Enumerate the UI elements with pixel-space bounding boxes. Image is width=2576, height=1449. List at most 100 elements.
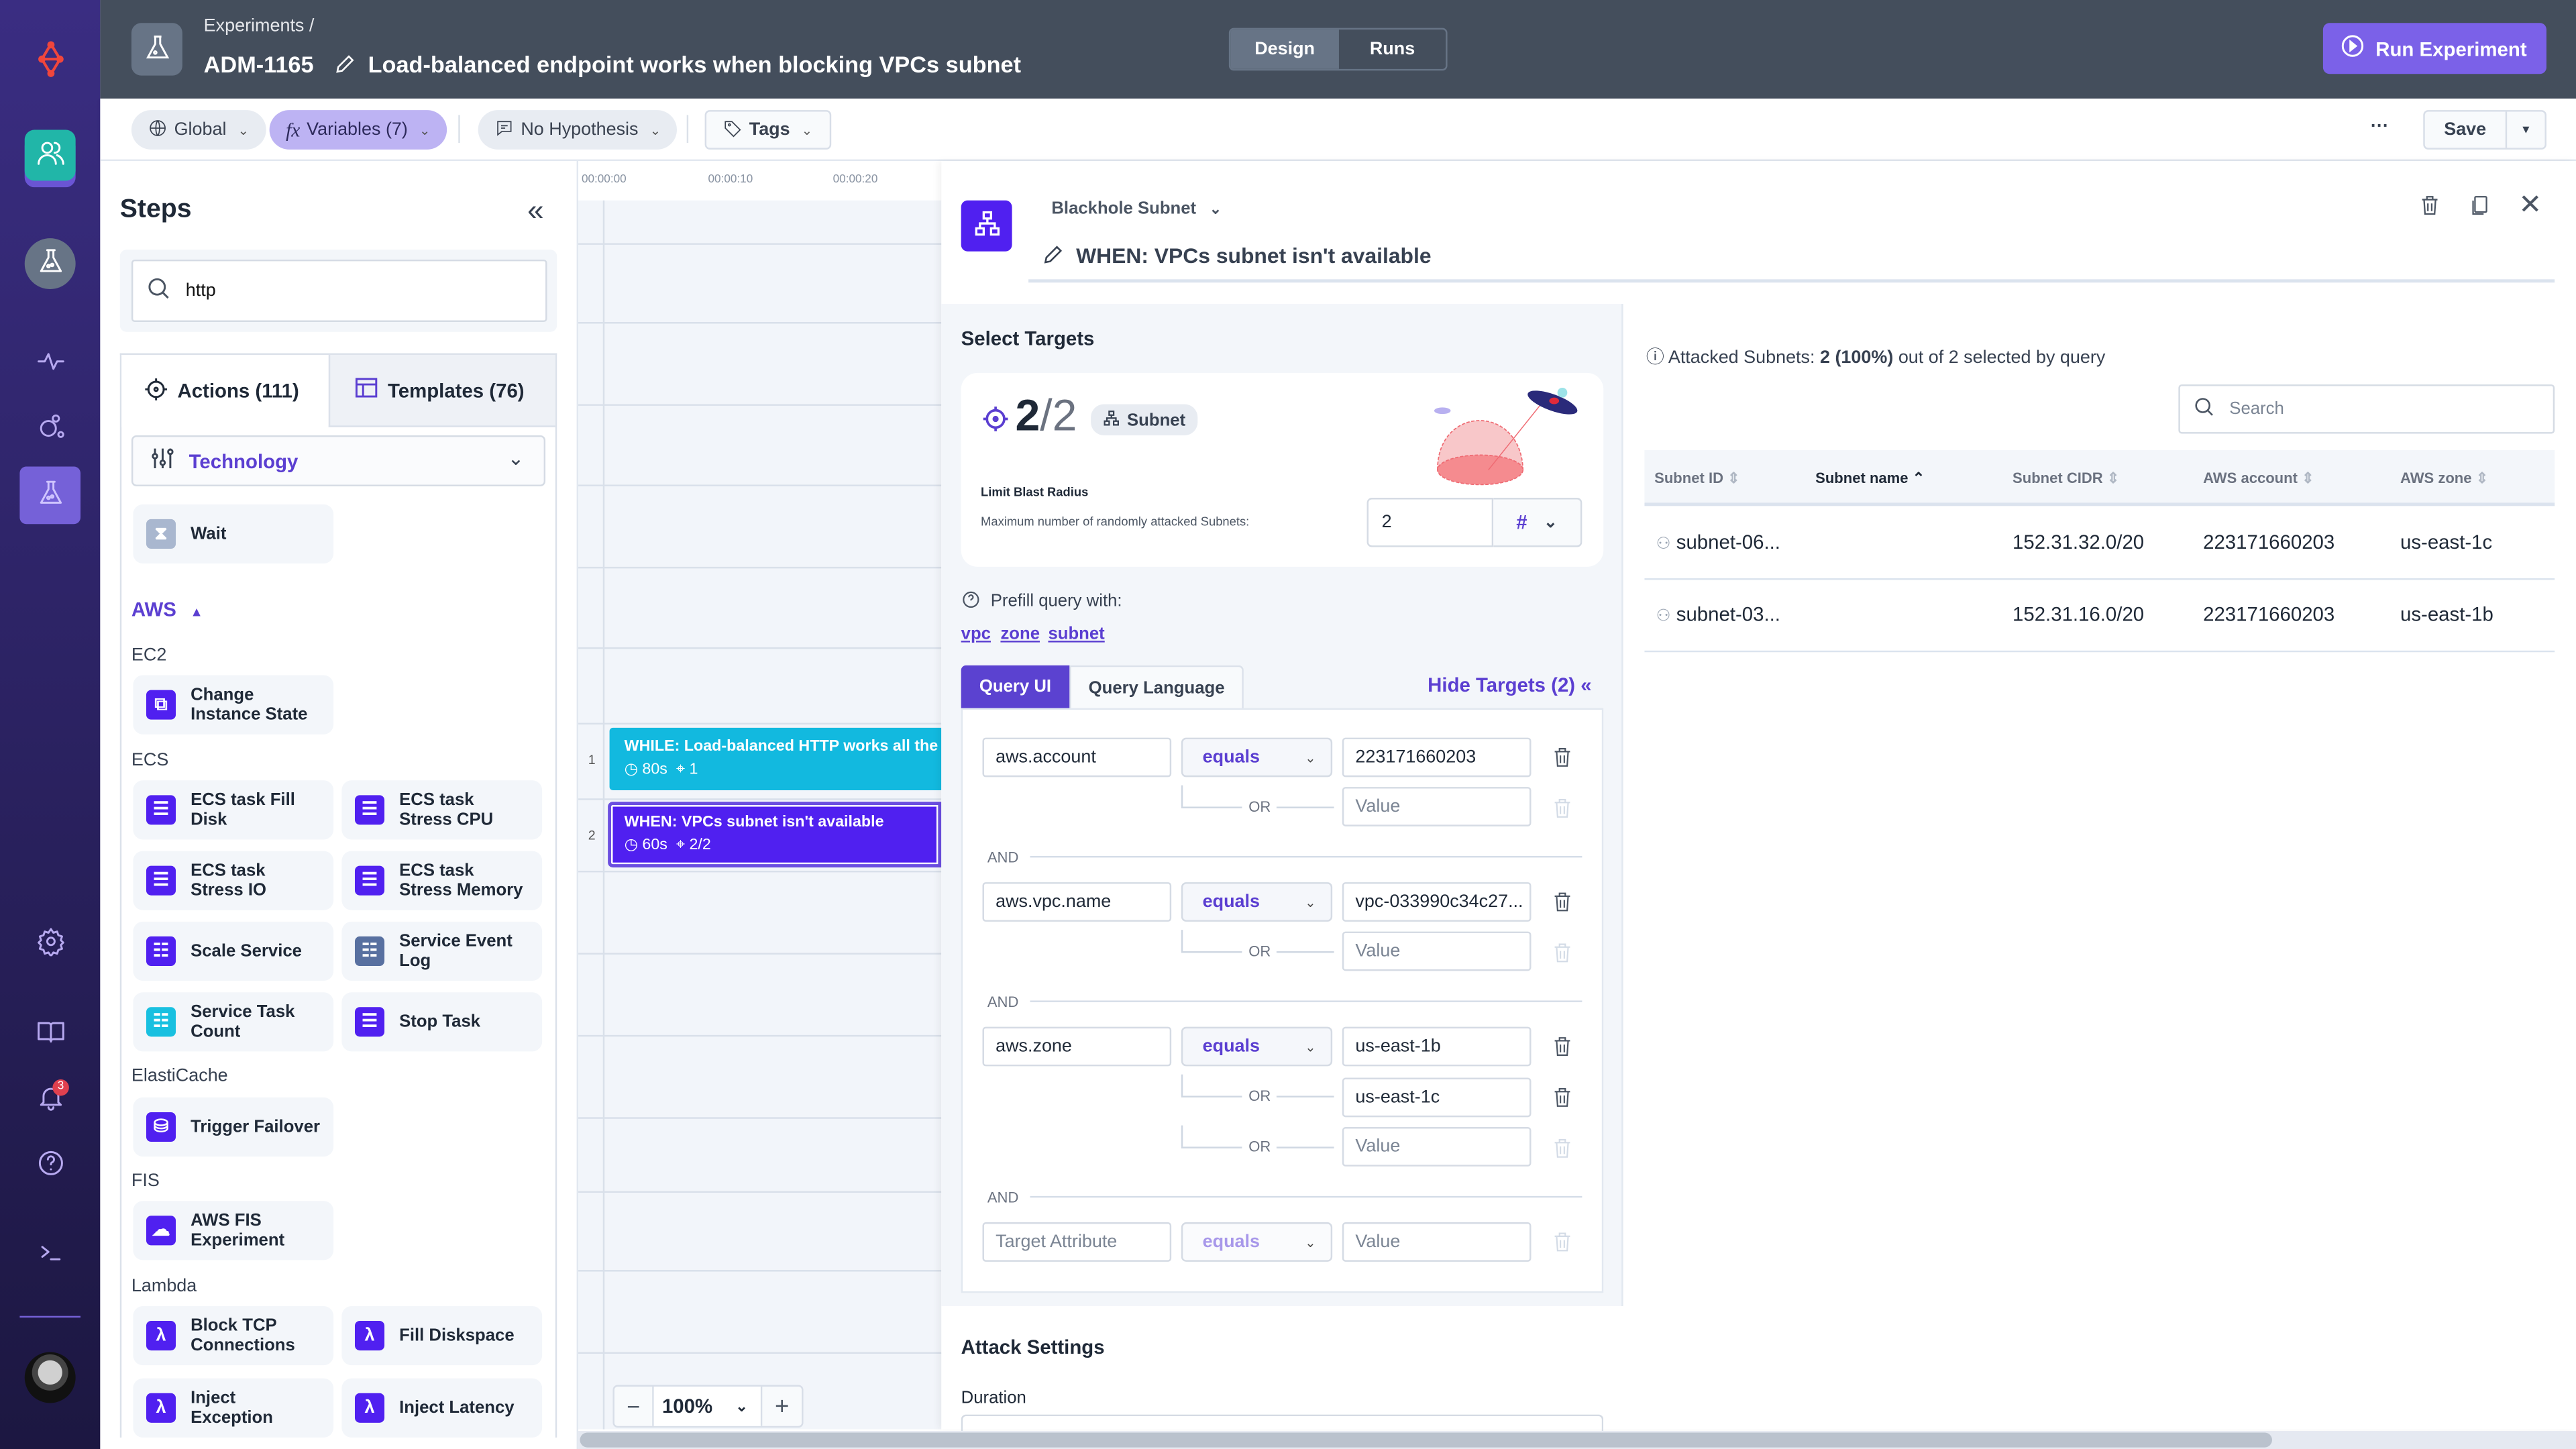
operator-select[interactable]: equals ⌄	[1181, 882, 1333, 922]
sidebar-item-terminal[interactable]	[25, 1229, 76, 1280]
tab-runs[interactable]: Runs	[1339, 30, 1446, 69]
column-header-subnet-id[interactable]: Subnet ID ⇕	[1654, 470, 1740, 488]
step-card[interactable]: ☰ ECS task Stress IO	[133, 851, 334, 910]
save-button[interactable]: Save	[2425, 111, 2508, 148]
title-edit-icon[interactable]	[333, 52, 356, 80]
attribute-input[interactable]: aws.vpc.name	[982, 882, 1172, 922]
value-input[interactable]: Value	[1342, 931, 1532, 971]
attribute-input[interactable]: aws.zone	[982, 1026, 1172, 1067]
attribute-input[interactable]: aws.account	[982, 737, 1172, 777]
collapse-steps-button[interactable]: «	[527, 194, 544, 228]
prefill-link-subnet[interactable]: subnet	[1048, 625, 1104, 644]
value-input[interactable]: vpc-033990c34c27...	[1342, 882, 1532, 922]
delete-step-button[interactable]	[2418, 193, 2441, 224]
delete-value-button[interactable]	[1551, 940, 1574, 966]
value-input[interactable]: Value	[1342, 1222, 1532, 1262]
hypothesis-select[interactable]: No Hypothesis ⌄	[478, 110, 678, 150]
targets-search-input[interactable]: Search	[2178, 384, 2555, 434]
tab-templates[interactable]: Templates (76)	[328, 354, 555, 427]
step-card[interactable]: λ Inject Exception	[133, 1378, 334, 1438]
breadcrumb[interactable]: Experiments /	[204, 16, 315, 36]
blast-radius-unit-select[interactable]: # ⌄	[1493, 498, 1582, 547]
tab-actions[interactable]: Actions (111)	[121, 354, 329, 427]
step-card[interactable]: ☁ AWS FIS Experiment	[133, 1201, 334, 1260]
aws-group-toggle[interactable]: AWS ▲	[131, 598, 203, 621]
column-header-aws-zone[interactable]: AWS zone ⇕	[2400, 470, 2488, 488]
step-card[interactable]: ⧉ Change Instance State	[133, 675, 334, 735]
step-card[interactable]: λ Block TCP Connections	[133, 1305, 334, 1366]
variables-button[interactable]: fx Variables (7) ⌄	[269, 110, 447, 150]
step-card[interactable]: ☰ ECS task Fill Disk	[133, 780, 334, 840]
sidebar-item-teams[interactable]	[24, 129, 76, 181]
horizontal-scrollbar[interactable]	[578, 1431, 2576, 1449]
save-options-button[interactable]: ▼	[2507, 112, 2544, 148]
tab-query-ui[interactable]: Query UI	[961, 665, 1070, 708]
sidebar-item-help[interactable]	[25, 1140, 76, 1191]
tags-select[interactable]: Tags ⌄	[704, 110, 831, 150]
blast-radius-input[interactable]: 2	[1366, 498, 1494, 547]
duration-input[interactable]	[961, 1414, 1604, 1432]
sidebar-item-experiments[interactable]	[19, 466, 81, 525]
close-panel-button[interactable]: ✕	[2518, 189, 2542, 222]
step-title-edit-icon[interactable]	[1042, 243, 1065, 271]
prefill-help-icon[interactable]	[961, 590, 981, 614]
value-input[interactable]: us-east-1b	[1342, 1026, 1532, 1067]
prefill-link-vpc[interactable]: vpc	[961, 625, 991, 644]
sidebar-item-docs[interactable]	[25, 1009, 76, 1060]
avatar[interactable]	[24, 1352, 76, 1403]
action-type-select[interactable]: Blackhole Subnet ⌄	[1051, 199, 1222, 218]
delete-value-button[interactable]	[1551, 1084, 1574, 1110]
sidebar-item-explorer[interactable]	[25, 404, 76, 455]
value-input[interactable]: Value	[1342, 1127, 1532, 1167]
experiment-title[interactable]: Load-balanced endpoint works when blocki…	[368, 51, 1021, 77]
step-card[interactable]: λ Fill Diskspace	[341, 1305, 543, 1366]
zoom-out-button[interactable]: −	[614, 1386, 654, 1426]
step-card[interactable]: ☷ Scale Service	[133, 921, 334, 981]
environment-select[interactable]: Global ⌄	[131, 110, 266, 150]
step-card[interactable]: ☰ ECS task Stress CPU	[341, 780, 543, 840]
delete-condition-button[interactable]	[1551, 889, 1574, 915]
step-card[interactable]: ☷ Service Task Count	[133, 992, 334, 1052]
delete-value-button[interactable]	[1551, 1135, 1574, 1161]
zoom-in-button[interactable]: +	[762, 1387, 802, 1426]
step-card[interactable]: ☰ Stop Task	[341, 992, 543, 1052]
duplicate-step-button[interactable]	[2469, 193, 2492, 224]
sidebar-item-monitoring[interactable]	[25, 338, 76, 389]
delete-condition-button[interactable]	[1551, 1033, 1574, 1059]
run-experiment-button[interactable]: Run Experiment	[2322, 23, 2546, 74]
value-input[interactable]: us-east-1c	[1342, 1077, 1532, 1118]
prefill-link-zone[interactable]: zone	[1000, 625, 1040, 644]
attribute-input[interactable]: Target Attribute	[982, 1222, 1172, 1262]
operator-select[interactable]: equals ⌄	[1181, 1026, 1333, 1067]
step-card[interactable]: λ Inject Latency	[341, 1378, 543, 1438]
operator-select[interactable]: equals ⌄	[1181, 737, 1333, 777]
sidebar-item-experiments-home[interactable]	[24, 238, 76, 290]
delete-condition-button[interactable]	[1551, 744, 1574, 770]
scrollbar-thumb[interactable]	[580, 1432, 2272, 1448]
hide-targets-button[interactable]: Hide Targets (2) «	[1428, 674, 1591, 696]
timeline-step-when[interactable]: WHEN: VPCs subnet isn't available ◷ 60s …	[608, 802, 942, 868]
step-card-wait[interactable]: ⧗ Wait	[133, 504, 334, 564]
value-input[interactable]: 223171660203	[1342, 737, 1532, 777]
tab-design[interactable]: Design	[1230, 30, 1339, 69]
zoom-level-select[interactable]: 100% ⌄	[653, 1386, 763, 1426]
step-card[interactable]: ☷ Service Event Log	[341, 921, 543, 981]
delete-value-button[interactable]	[1551, 795, 1574, 821]
column-header-subnet-cidr[interactable]: Subnet CIDR ⇕	[2012, 470, 2119, 488]
sidebar-item-notifications[interactable]: 3	[25, 1075, 76, 1126]
column-header-subnet-name[interactable]: Subnet name ⌃	[1815, 470, 1925, 488]
logo-icon[interactable]	[25, 33, 76, 84]
steps-search-input[interactable]: http	[131, 259, 547, 323]
column-header-aws-account[interactable]: AWS account ⇕	[2203, 470, 2314, 488]
more-options-button[interactable]: ···	[2371, 117, 2389, 136]
step-card[interactable]: ⛁ Trigger Failover	[133, 1097, 334, 1157]
sidebar-item-settings[interactable]	[25, 918, 76, 969]
operator-select[interactable]: equals ⌄	[1181, 1222, 1333, 1262]
timeline-step-while[interactable]: WHILE: Load-balanced HTTP works all the …	[609, 727, 942, 790]
tab-query-language[interactable]: Query Language	[1069, 665, 1244, 708]
technology-filter[interactable]: Technology ⌄	[131, 435, 546, 486]
step-card[interactable]: ☰ ECS task Stress Memory	[341, 851, 543, 910]
step-title[interactable]: WHEN: VPCs subnet isn't available	[1076, 243, 1431, 268]
delete-condition-button[interactable]	[1551, 1229, 1574, 1255]
value-input[interactable]: Value	[1342, 787, 1532, 826]
